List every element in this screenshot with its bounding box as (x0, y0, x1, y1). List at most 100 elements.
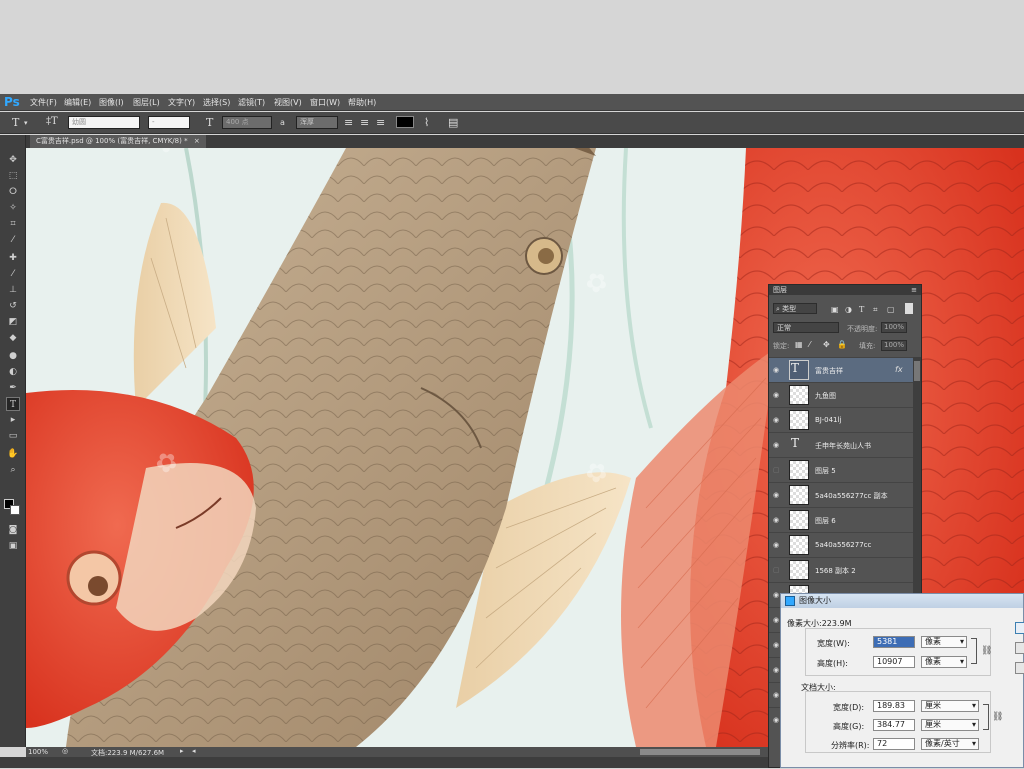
chevron-down-icon[interactable]: ▾ (24, 119, 28, 127)
menu-select[interactable]: 选择(S) (203, 97, 230, 108)
lock-pixels-icon[interactable]: ⁄ (809, 340, 810, 349)
character-panel-icon[interactable]: ▤ (448, 116, 458, 129)
rectangle-tool-icon[interactable]: ▭ (6, 429, 20, 443)
magic-wand-icon[interactable]: ✧ (6, 201, 20, 215)
filter-type-icon[interactable]: T (859, 305, 864, 314)
menu-help[interactable]: 帮助(H) (348, 97, 376, 108)
paint-bucket-icon[interactable]: ◆ (6, 331, 20, 345)
lock-all-icon[interactable]: 🔒 (837, 340, 847, 349)
eye-icon[interactable]: ◉ (773, 491, 782, 499)
layer-effects-icon[interactable]: fx (895, 365, 903, 374)
doc-width-input[interactable]: 189.83 (873, 700, 915, 712)
menu-edit[interactable]: 编辑(E) (64, 97, 91, 108)
text-color-swatch[interactable] (396, 116, 414, 128)
layer-row[interactable]: ◉ 5a40a556277cc 副本 (769, 482, 913, 507)
doc-height-input[interactable]: 384.77 (873, 719, 915, 731)
hand-tool-icon[interactable]: ✋ (6, 447, 20, 461)
layer-row[interactable]: ◉ BJ-041lj (769, 407, 913, 432)
filter-adjustment-icon[interactable]: ◑ (845, 305, 852, 314)
eye-icon[interactable]: ◉ (773, 516, 782, 524)
path-selection-icon[interactable]: ▸ (6, 413, 20, 427)
marquee-tool-icon[interactable]: ⬚ (6, 169, 20, 183)
warp-text-icon[interactable]: ⌇ (424, 116, 429, 129)
layer-row[interactable]: ◉ 5a40a556277cc (769, 532, 913, 557)
healing-brush-icon[interactable]: ✚ (6, 251, 20, 265)
filter-shape-icon[interactable]: ⌗ (873, 305, 878, 315)
layer-row[interactable]: ◉ 九鱼图 (769, 382, 913, 407)
layer-row[interactable]: ◉ T 富贵吉祥 fx (769, 357, 913, 382)
type-tool-preset-icon[interactable]: T (12, 116, 19, 129)
layer-row[interactable]: ▢ 图层 5 (769, 457, 913, 482)
menu-file[interactable]: 文件(F) (30, 97, 57, 108)
close-icon[interactable]: × (194, 137, 200, 145)
dodge-tool-icon[interactable]: ◐ (6, 365, 20, 379)
doc-height-unit-select[interactable]: 厘米 ▾ (921, 719, 979, 731)
quick-mask-icon[interactable]: ◙ (6, 523, 20, 537)
align-left-icon[interactable]: ≡ (344, 116, 353, 129)
auto-button[interactable] (1015, 662, 1024, 674)
zoom-level[interactable]: 100% (28, 748, 48, 756)
align-center-icon[interactable]: ≡ (360, 116, 369, 129)
visibility-off-box[interactable]: ▢ (773, 566, 782, 574)
status-menu-icon[interactable]: ▸ (180, 747, 184, 755)
history-brush-icon[interactable]: ↺ (6, 299, 20, 313)
menu-layer[interactable]: 图层(L) (133, 97, 160, 108)
layer-filter-select[interactable]: ⌕ 类型 (773, 303, 817, 314)
menu-type[interactable]: 文字(Y) (168, 97, 195, 108)
menu-view[interactable]: 视图(V) (274, 97, 302, 108)
lock-position-icon[interactable]: ✥ (823, 340, 830, 349)
pixel-width-input[interactable]: 5381 (873, 636, 915, 648)
filter-pixel-icon[interactable]: ▣ (831, 305, 839, 314)
horizontal-scrollbar[interactable] (640, 749, 760, 755)
dialog-titlebar[interactable]: 图像大小 (781, 594, 1023, 608)
resolution-input[interactable]: 72 (873, 738, 915, 750)
ok-button[interactable] (1015, 622, 1024, 634)
font-family-select[interactable]: 幼圆 (68, 116, 140, 129)
menu-window[interactable]: 窗口(W) (310, 97, 340, 108)
brush-tool-icon[interactable]: ⁄ (6, 267, 20, 281)
panel-menu-icon[interactable]: ≡ (911, 285, 917, 295)
eraser-tool-icon[interactable]: ◩ (6, 315, 20, 329)
resolution-unit-select[interactable]: 像素/英寸 ▾ (921, 738, 979, 750)
zoom-tool-icon[interactable]: ⌕ (6, 463, 20, 477)
move-tool-icon[interactable]: ✥ (6, 153, 20, 167)
type-tool-icon[interactable]: T (6, 397, 20, 411)
cancel-button[interactable] (1015, 642, 1024, 654)
pixel-width-unit-select[interactable]: 像素 ▾ (921, 636, 967, 648)
status-info-icon[interactable]: ◎ (62, 747, 68, 755)
layer-row[interactable]: ◉ T 壬申年长苑山人书 (769, 432, 913, 457)
antialias-select[interactable]: 浑厚 (296, 116, 338, 129)
screen-mode-icon[interactable]: ▣ (6, 539, 20, 553)
filter-smart-object-icon[interactable]: ▢ (887, 305, 895, 314)
menu-filter[interactable]: 滤镜(T) (238, 97, 265, 108)
fill-input[interactable]: 100% (881, 340, 907, 351)
doc-width-unit-select[interactable]: 厘米 ▾ (921, 700, 979, 712)
layer-row[interactable]: ◉ 图层 6 (769, 507, 913, 532)
menu-image[interactable]: 图像(I) (99, 97, 124, 108)
chain-link-icon[interactable]: ⛓ (981, 646, 992, 656)
eye-icon[interactable]: ◉ (773, 366, 782, 374)
eye-icon[interactable]: ◉ (773, 441, 782, 449)
orientation-toggle-icon[interactable]: ‡T (46, 116, 58, 127)
lock-transparency-icon[interactable]: ▦ (795, 340, 803, 349)
pen-tool-icon[interactable]: ✒ (6, 381, 20, 395)
eye-icon[interactable]: ◉ (773, 541, 782, 549)
background-color-swatch[interactable] (10, 505, 20, 515)
eyedropper-icon[interactable]: ⁄ (6, 233, 20, 247)
font-style-select[interactable]: - (148, 116, 190, 129)
filter-toggle-switch[interactable] (905, 303, 913, 314)
clone-stamp-icon[interactable]: ⊥ (6, 283, 20, 297)
crop-tool-icon[interactable]: ⌗ (6, 217, 20, 231)
blur-tool-icon[interactable]: ● (6, 349, 20, 363)
layers-panel-tab[interactable]: 图层 ≡ (769, 285, 921, 295)
chain-link-icon[interactable]: ⛓ (992, 712, 1003, 722)
scroll-left-icon[interactable]: ◂ (192, 747, 196, 755)
pixel-height-input[interactable]: 10907 (873, 656, 915, 668)
scrollbar-thumb[interactable] (914, 361, 920, 381)
blend-mode-select[interactable]: 正常 (773, 322, 839, 333)
document-tab[interactable]: C富贵吉祥.psd @ 100% (富贵吉祥, CMYK/8) * × (30, 135, 206, 148)
opacity-input[interactable]: 100% (881, 322, 907, 333)
font-size-select[interactable]: 400 点 (222, 116, 272, 129)
visibility-off-box[interactable]: ▢ (773, 466, 782, 474)
eye-icon[interactable]: ◉ (773, 391, 782, 399)
